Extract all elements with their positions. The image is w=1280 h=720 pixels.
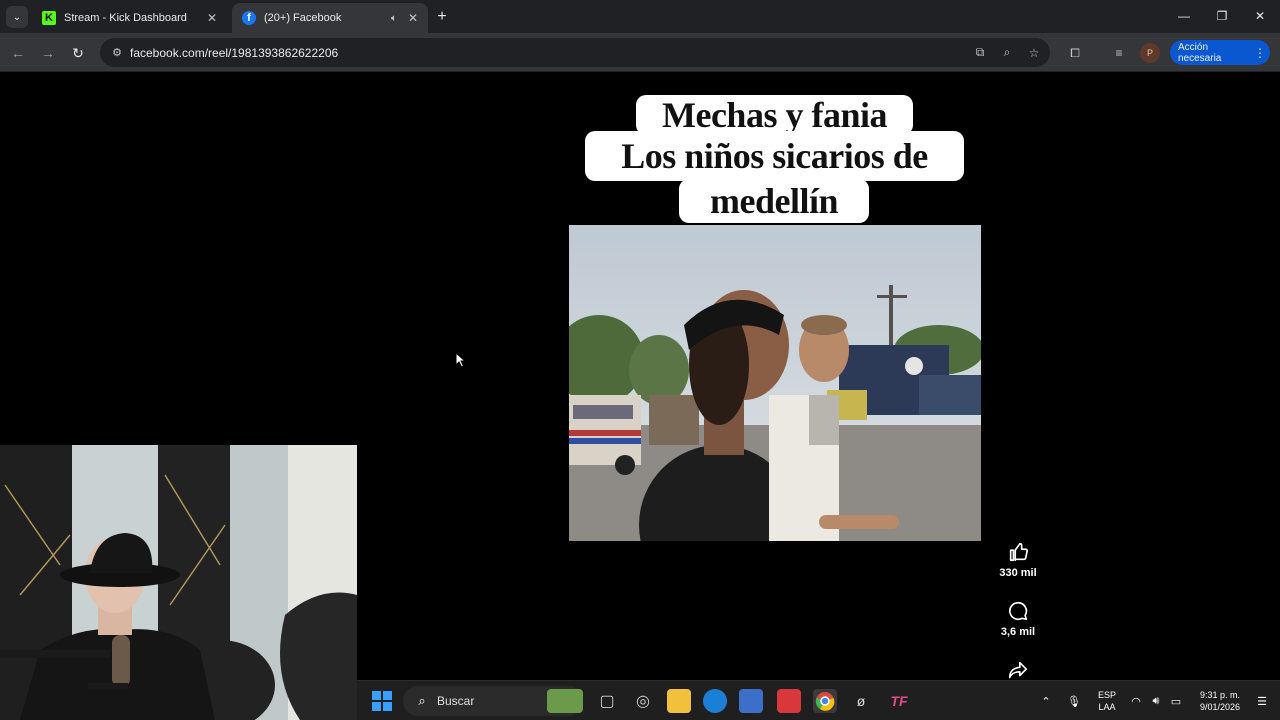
bookmark-star-icon[interactable]: ☆ bbox=[1023, 42, 1045, 64]
volume-icon[interactable]: 🔊︎ bbox=[1147, 692, 1165, 710]
task-view-icon[interactable]: ▢ bbox=[595, 689, 619, 713]
speaker-icon[interactable]: 🔈︎ bbox=[386, 10, 402, 26]
clock-time: 9:31 p. m. bbox=[1199, 690, 1241, 700]
reload-button[interactable]: ↻ bbox=[67, 42, 89, 64]
action-needed-button[interactable]: Acción necesaria ⋮ bbox=[1170, 40, 1270, 65]
install-app-icon[interactable]: ⧉ bbox=[969, 42, 991, 64]
thumbs-up-icon[interactable] bbox=[1005, 539, 1031, 565]
chrome-icon[interactable] bbox=[813, 689, 837, 713]
action-needed-label: Acción necesaria bbox=[1178, 41, 1222, 64]
address-bar[interactable]: ⚙ facebook.com/reel/1981393862622206 ⧉ ⌕… bbox=[100, 38, 1050, 67]
facebook-icon: f bbox=[242, 11, 256, 25]
battery-icon[interactable]: ▭ bbox=[1167, 692, 1185, 710]
widgets-icon[interactable] bbox=[547, 689, 583, 713]
comment-count: 3,6 mil bbox=[1000, 626, 1036, 638]
tab-search-icon[interactable]: ⌄ bbox=[6, 6, 28, 28]
store-icon[interactable] bbox=[739, 689, 763, 713]
wifi-icon[interactable]: ◠ bbox=[1127, 692, 1145, 710]
close-tab-icon[interactable]: ✕ bbox=[404, 9, 422, 27]
tab-facebook[interactable]: f (20+) Facebook 🔈︎ ✕ bbox=[232, 3, 428, 33]
extensions-icon[interactable]: ⧠ bbox=[1064, 42, 1086, 64]
language-code: ESP bbox=[1097, 690, 1116, 700]
file-explorer-icon[interactable] bbox=[667, 689, 691, 713]
app-tf-icon[interactable]: TF bbox=[887, 689, 911, 713]
caption-line-3: medellín bbox=[679, 179, 869, 223]
like-action[interactable]: 330 mil bbox=[990, 539, 1046, 579]
windows-taskbar: ⌕ Buscar ▢ ◎ ø TF ⌃ 🎙︎ ESP LAA ◠ 🔊︎ ▭ 9:… bbox=[357, 680, 1280, 720]
webcam-overlay bbox=[0, 445, 357, 720]
notifications-icon[interactable]: ☰ bbox=[1253, 692, 1271, 710]
zoom-icon[interactable]: ⌕ bbox=[996, 42, 1018, 64]
search-placeholder: Buscar bbox=[437, 694, 475, 708]
search-icon: ⌕ bbox=[418, 693, 426, 708]
language-layout: LAA bbox=[1098, 702, 1116, 712]
clock[interactable]: 9:31 p. m. 9/01/2026 bbox=[1190, 689, 1250, 713]
windows-start-icon[interactable] bbox=[370, 689, 394, 713]
back-button[interactable]: ← bbox=[7, 42, 29, 64]
screen: ⌄ K Stream - Kick Dashboard ✕ f (20+) Fa… bbox=[0, 0, 1280, 720]
language-indicator[interactable]: ESP LAA bbox=[1094, 689, 1120, 713]
profile-avatar[interactable]: P bbox=[1140, 43, 1160, 63]
comment-action[interactable]: 3,6 mil bbox=[990, 598, 1046, 638]
microphone-icon[interactable]: 🎙︎ bbox=[1065, 692, 1083, 710]
url-text[interactable]: facebook.com/reel/1981393862622206 bbox=[130, 46, 969, 60]
chevron-up-icon[interactable]: ⌃ bbox=[1037, 692, 1055, 710]
mouse-cursor-icon bbox=[455, 352, 467, 368]
forward-button[interactable]: → bbox=[37, 42, 59, 64]
copilot-icon[interactable]: ◎ bbox=[631, 689, 655, 713]
close-tab-icon[interactable]: ✕ bbox=[203, 9, 221, 27]
tab-strip: ⌄ K Stream - Kick Dashboard ✕ f (20+) Fa… bbox=[0, 0, 1280, 33]
new-tab-button[interactable]: + bbox=[432, 7, 452, 27]
tab-kick-dashboard[interactable]: K Stream - Kick Dashboard ✕ bbox=[32, 3, 227, 33]
close-window-icon[interactable]: ✕ bbox=[1242, 4, 1278, 28]
clock-date: 9/01/2026 bbox=[1199, 702, 1241, 712]
media-app-icon[interactable] bbox=[777, 689, 801, 713]
edge-icon[interactable] bbox=[703, 689, 727, 713]
restore-icon[interactable]: ❐ bbox=[1204, 4, 1240, 28]
more-menu-icon[interactable]: ⋮ bbox=[1254, 46, 1266, 60]
tab-title: (20+) Facebook bbox=[264, 12, 342, 24]
comment-bubble-icon[interactable] bbox=[1005, 598, 1031, 624]
reel-video[interactable] bbox=[569, 225, 981, 541]
minimize-icon[interactable]: — bbox=[1166, 4, 1202, 28]
tab-title: Stream - Kick Dashboard bbox=[64, 12, 187, 24]
obs-icon[interactable]: ø bbox=[849, 689, 873, 713]
site-info-icon[interactable]: ⚙ bbox=[106, 42, 128, 64]
kick-icon: K bbox=[42, 11, 56, 25]
like-count: 330 mil bbox=[999, 567, 1037, 579]
browser-toolbar: ← → ↻ ⚙ facebook.com/reel/19813938626222… bbox=[0, 33, 1280, 72]
media-controls-icon[interactable]: ≡ bbox=[1108, 42, 1130, 64]
caption-line-1: Mechas y fania bbox=[636, 95, 913, 135]
caption-line-2: Los niños sicarios de bbox=[585, 131, 964, 181]
